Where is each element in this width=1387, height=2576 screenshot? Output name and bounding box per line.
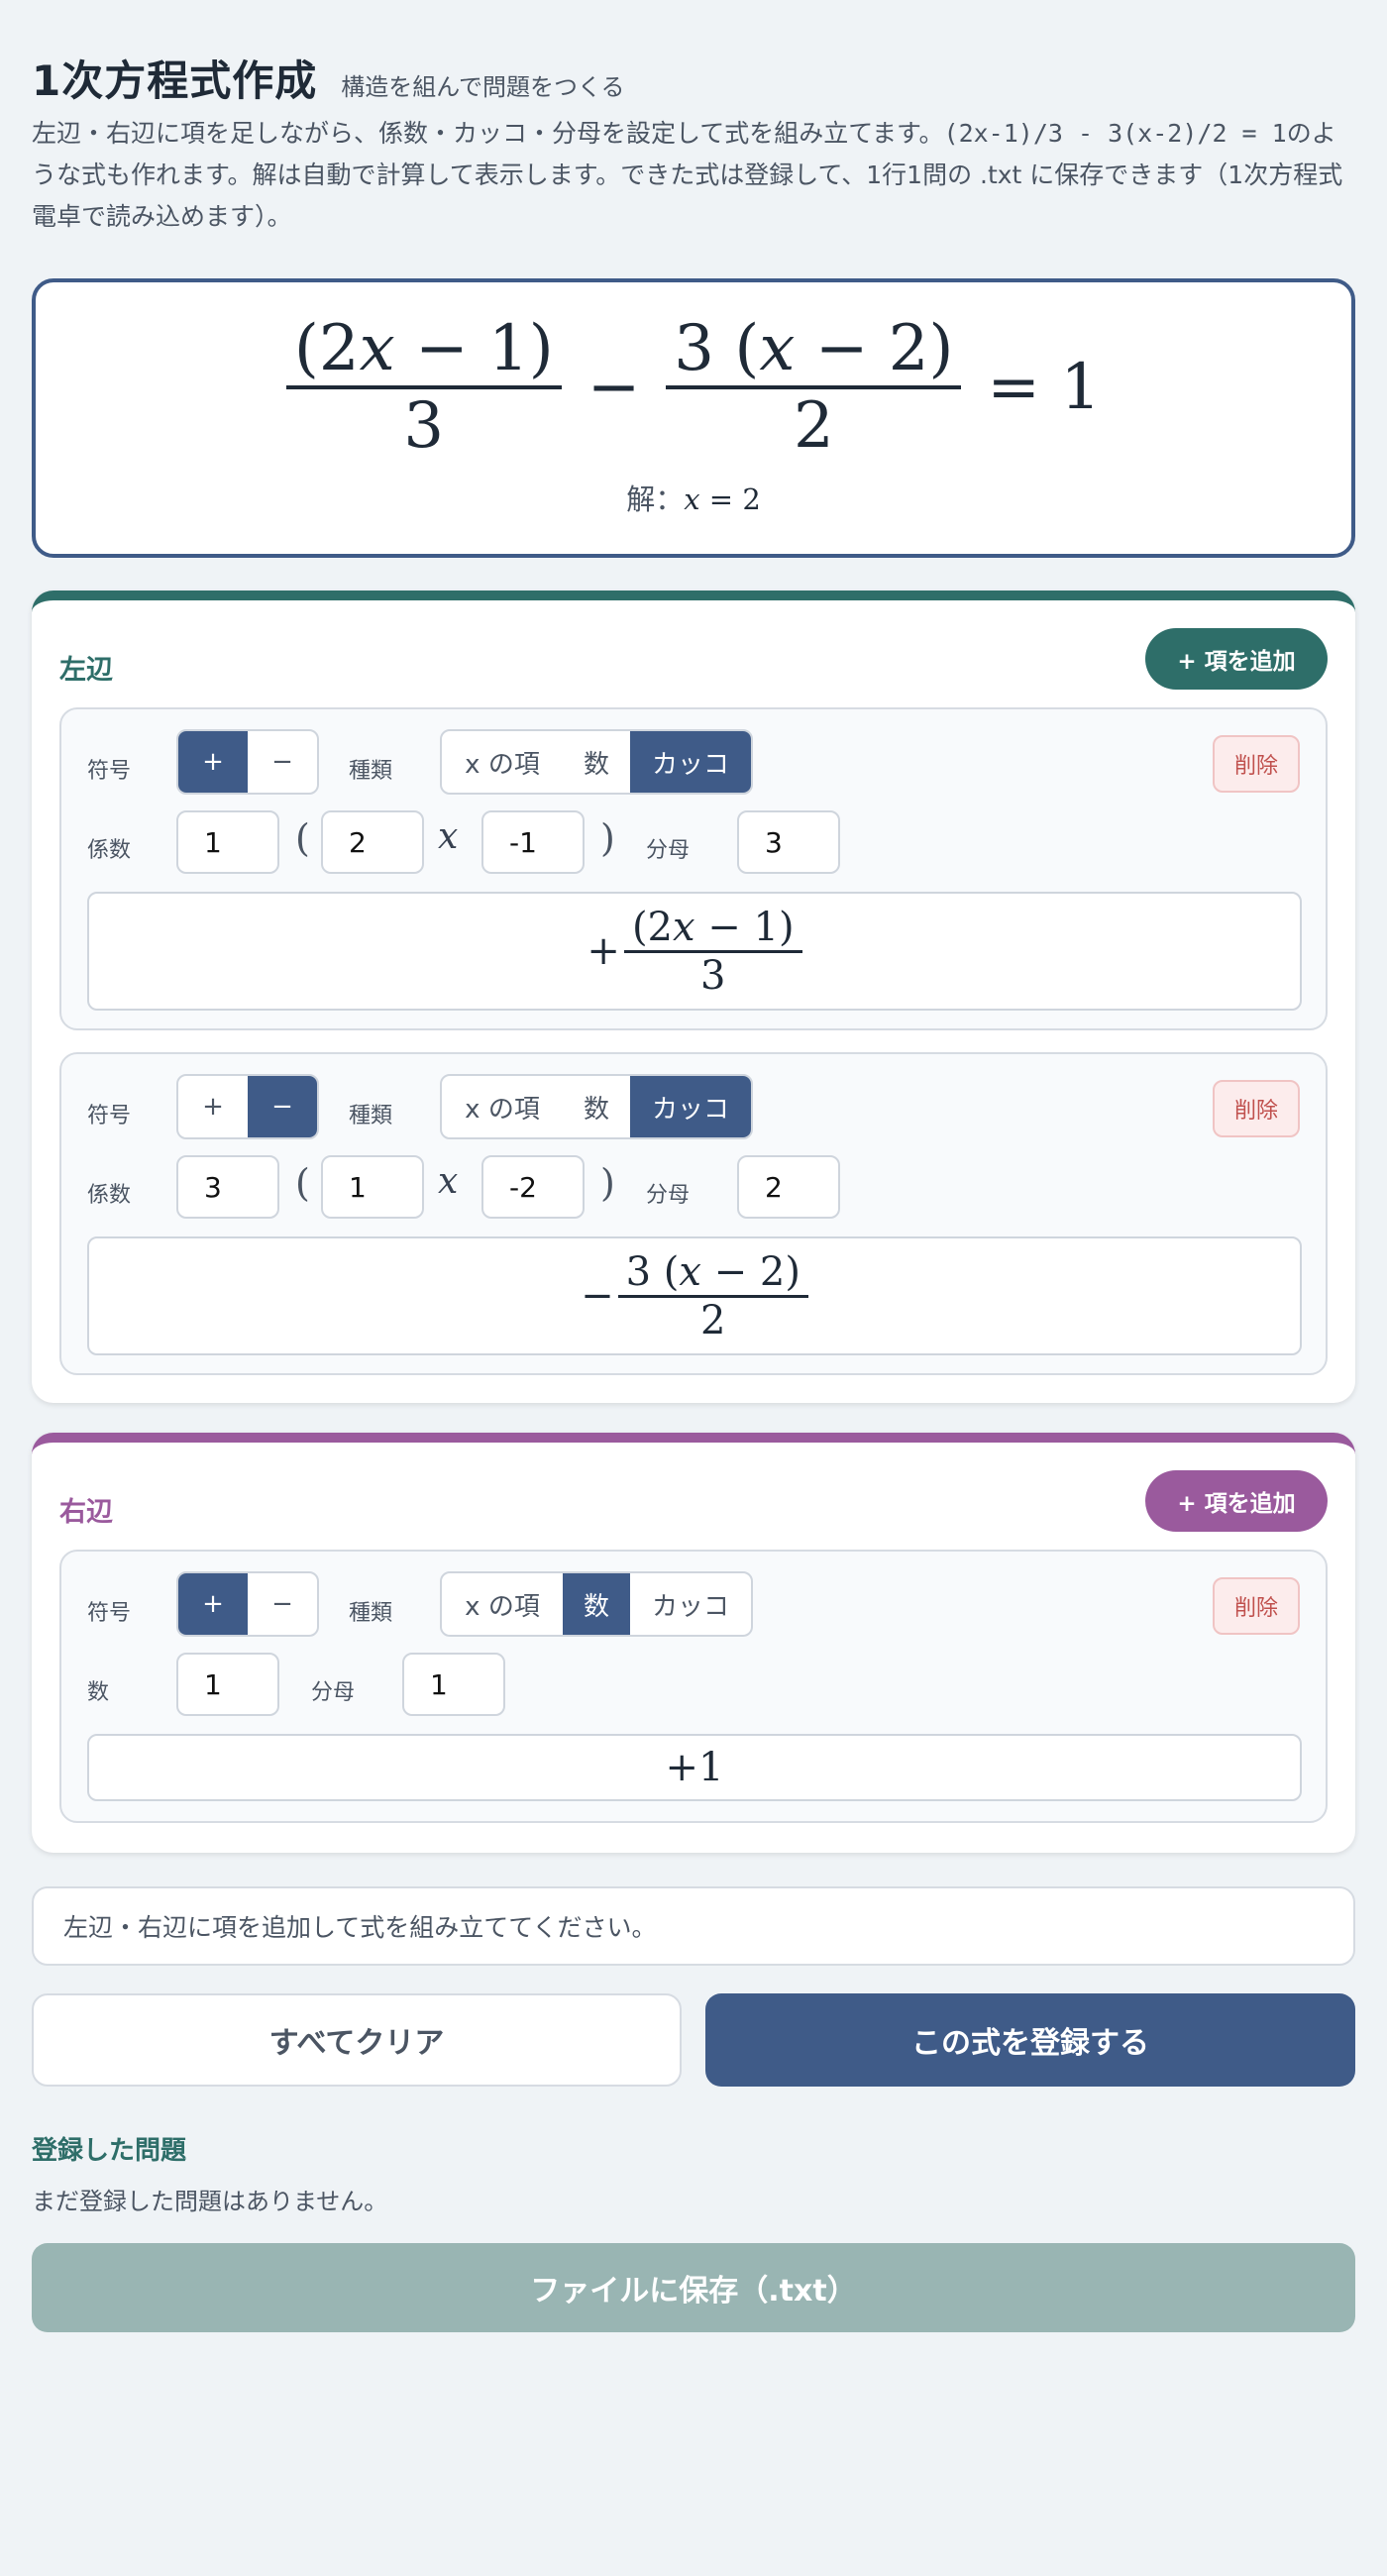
registered-title: 登録した問題	[32, 2136, 187, 2166]
coefficient-input[interactable]: 3	[176, 1155, 279, 1219]
preview-fraction-1: (2x − 1) 3	[285, 312, 562, 463]
equation-preview: (2x − 1) 3 − 3 (x − 2) 2 = 1 解：x = 2	[32, 278, 1355, 558]
desc-part-1: 左辺・右辺に項を足しながら、係数・カッコ・分母を設定して式を組み立てます。	[32, 119, 944, 148]
term-preview: + (2x − 1) 3	[87, 892, 1302, 1011]
term-card: 符号 + − 種類 x の項 数 カッコ 削除 係数 1 ( 2 x -1 ) …	[59, 707, 1328, 1030]
open-paren: (	[295, 816, 310, 860]
register-equation-button[interactable]: この式を登録する	[705, 1993, 1355, 2087]
sign-label: 符号	[87, 1104, 132, 1128]
term-preview: +1	[87, 1734, 1302, 1801]
type-number-option[interactable]: 数	[563, 1573, 630, 1635]
type-label: 種類	[349, 759, 393, 784]
x-variable: x	[438, 816, 459, 857]
sign-toggle: + −	[176, 1074, 319, 1139]
denominator-input[interactable]: 2	[737, 1155, 840, 1219]
number-input[interactable]: 1	[176, 1653, 279, 1716]
sign-plus-option[interactable]: +	[178, 1076, 248, 1137]
add-term-left-button[interactable]: + 項を追加	[1145, 628, 1328, 690]
denominator-input[interactable]: 1	[402, 1653, 505, 1716]
equation-display: (2x − 1) 3 − 3 (x − 2) 2 = 1	[36, 312, 1351, 463]
registered-empty-message: まだ登録した問題はありません。	[32, 2188, 388, 2215]
save-file-button[interactable]: ファイルに保存（.txt）	[32, 2243, 1355, 2332]
sign-label: 符号	[87, 759, 132, 784]
x-coefficient-input[interactable]: 2	[321, 810, 424, 874]
type-label: 種類	[349, 1104, 393, 1128]
type-paren-option[interactable]: カッコ	[630, 731, 751, 793]
number-label: 数	[87, 1680, 110, 1705]
denominator-label: 分母	[646, 1183, 691, 1208]
sign-minus-option[interactable]: −	[248, 1573, 317, 1635]
delete-term-button[interactable]: 削除	[1213, 1577, 1300, 1635]
add-term-right-button[interactable]: + 項を追加	[1145, 1470, 1328, 1532]
denominator-label: 分母	[646, 838, 691, 863]
x-variable: x	[438, 1161, 459, 1202]
type-x-option[interactable]: x の項	[442, 1076, 563, 1137]
desc-example: (2x-1)/3 - 3(x-2)/2 = 1	[943, 119, 1287, 148]
preview-rhs: = 1	[987, 351, 1102, 424]
x-coefficient-input[interactable]: 1	[321, 1155, 424, 1219]
type-label: 種類	[349, 1601, 393, 1626]
type-toggle: x の項 数 カッコ	[440, 1571, 753, 1637]
sign-label: 符号	[87, 1601, 132, 1626]
coef-label: 係数	[87, 1183, 132, 1208]
right-side-panel: 右辺 + 項を追加 符号 + − 種類 x の項 数 カッコ 削除 数 1 分母…	[32, 1433, 1355, 1853]
sign-plus-option[interactable]: +	[178, 731, 248, 793]
page-subtitle: 構造を組んで問題をつくる	[341, 73, 625, 101]
type-toggle: x の項 数 カッコ	[440, 1074, 753, 1139]
term-preview: − 3 (x − 2) 2	[87, 1236, 1302, 1355]
close-paren: )	[600, 1161, 615, 1205]
left-side-title: 左辺	[59, 655, 113, 686]
type-paren-option[interactable]: カッコ	[630, 1076, 751, 1137]
type-number-option[interactable]: 数	[563, 1076, 630, 1137]
sign-minus-option[interactable]: −	[248, 1076, 317, 1137]
solution-display: 解：x = 2	[626, 483, 761, 516]
term-card: 符号 + − 種類 x の項 数 カッコ 削除 係数 3 ( 1 x -2 ) …	[59, 1052, 1328, 1375]
open-paren: (	[295, 1161, 310, 1205]
type-toggle: x の項 数 カッコ	[440, 729, 753, 795]
page-title: 1次方程式作成	[32, 56, 318, 105]
preview-fraction-2: 3 (x − 2) 2	[666, 312, 962, 463]
page-description: 左辺・右辺に項を足しながら、係数・カッコ・分母を設定して式を組み立てます。(2x…	[32, 113, 1355, 238]
type-paren-option[interactable]: カッコ	[630, 1573, 751, 1635]
header: 1次方程式作成 構造を組んで問題をつくる	[32, 48, 625, 108]
sign-plus-option[interactable]: +	[178, 1573, 248, 1635]
close-paren: )	[600, 816, 615, 860]
right-side-title: 右辺	[59, 1497, 113, 1528]
delete-term-button[interactable]: 削除	[1213, 735, 1300, 793]
sign-minus-option[interactable]: −	[248, 731, 317, 793]
type-x-option[interactable]: x の項	[442, 1573, 563, 1635]
coef-label: 係数	[87, 838, 132, 863]
coefficient-input[interactable]: 1	[176, 810, 279, 874]
term-card: 符号 + − 種類 x の項 数 カッコ 削除 数 1 分母 1 +1	[59, 1550, 1328, 1823]
constant-input[interactable]: -1	[481, 810, 585, 874]
sign-toggle: + −	[176, 1571, 319, 1637]
status-message: 左辺・右辺に項を追加して式を組み立ててください。	[32, 1886, 1355, 1966]
denominator-input[interactable]: 3	[737, 810, 840, 874]
type-x-option[interactable]: x の項	[442, 731, 563, 793]
left-side-panel: 左辺 + 項を追加 符号 + − 種類 x の項 数 カッコ 削除 係数 1 (…	[32, 590, 1355, 1403]
delete-term-button[interactable]: 削除	[1213, 1080, 1300, 1137]
constant-input[interactable]: -2	[481, 1155, 585, 1219]
clear-all-button[interactable]: すべてクリア	[32, 1993, 682, 2087]
type-number-option[interactable]: 数	[563, 731, 630, 793]
denominator-label: 分母	[311, 1680, 356, 1705]
preview-operator: −	[587, 351, 641, 424]
sign-toggle: + −	[176, 729, 319, 795]
